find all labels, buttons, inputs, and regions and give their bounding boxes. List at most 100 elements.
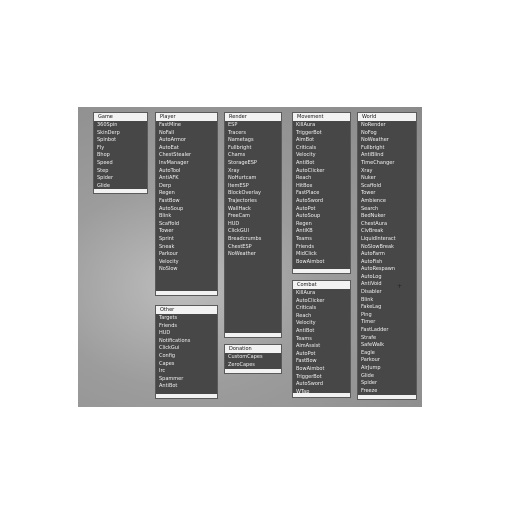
module-item[interactable]: Tower bbox=[358, 190, 416, 198]
module-item[interactable]: Targets bbox=[156, 315, 217, 323]
module-item[interactable]: ClickGUI bbox=[225, 228, 281, 236]
module-item[interactable]: FreeCam bbox=[225, 213, 281, 221]
module-item[interactable]: BedNuker bbox=[358, 213, 416, 221]
module-item[interactable]: Breadcrumbs bbox=[225, 236, 281, 244]
module-item[interactable]: AutoSoup bbox=[156, 206, 217, 214]
module-item[interactable]: FastMine bbox=[156, 122, 217, 130]
module-item[interactable]: HUD bbox=[225, 221, 281, 229]
module-item[interactable]: CustomCapes bbox=[225, 354, 281, 362]
module-item[interactable]: NoFog bbox=[358, 130, 416, 138]
module-item[interactable]: Friends bbox=[156, 323, 217, 331]
module-item[interactable]: Scaffold bbox=[156, 221, 217, 229]
module-item[interactable]: Notifications bbox=[156, 338, 217, 346]
module-item[interactable]: Capes bbox=[156, 361, 217, 369]
module-item[interactable]: Ambience bbox=[358, 198, 416, 206]
module-item[interactable]: Xray bbox=[358, 168, 416, 176]
module-item[interactable]: AutoFarm bbox=[358, 251, 416, 259]
module-item[interactable]: Teams bbox=[293, 236, 350, 244]
module-item[interactable]: Regen bbox=[156, 190, 217, 198]
panel-world-title[interactable]: World bbox=[358, 113, 416, 121]
module-item[interactable]: CivBreak bbox=[358, 228, 416, 236]
module-item[interactable]: AirJump bbox=[358, 365, 416, 373]
module-item[interactable]: TriggerBot bbox=[293, 374, 350, 382]
module-item[interactable]: Spammer bbox=[156, 376, 217, 384]
module-item[interactable]: Fly bbox=[94, 145, 147, 153]
module-item[interactable]: AimBot bbox=[293, 137, 350, 145]
module-item[interactable]: BlockOverlay bbox=[225, 190, 281, 198]
module-item[interactable]: AutoTool bbox=[156, 168, 217, 176]
module-item[interactable]: AutoClicker bbox=[293, 168, 350, 176]
module-item[interactable]: ChestStealer bbox=[156, 152, 217, 160]
module-item[interactable]: Parkour bbox=[156, 251, 217, 259]
module-item[interactable]: AntiAFK bbox=[156, 175, 217, 183]
module-item[interactable]: Nametags bbox=[225, 137, 281, 145]
module-item[interactable]: Nuker bbox=[358, 175, 416, 183]
module-item[interactable]: ChestAura bbox=[358, 221, 416, 229]
module-item[interactable]: AutoPot bbox=[293, 351, 350, 359]
module-item[interactable]: Tracers bbox=[225, 130, 281, 138]
module-item[interactable]: Velocity bbox=[156, 259, 217, 267]
module-item[interactable]: StorageESP bbox=[225, 160, 281, 168]
panel-other-title[interactable]: Other bbox=[156, 306, 217, 314]
module-item[interactable]: Scaffold bbox=[358, 183, 416, 191]
module-item[interactable]: Blink bbox=[358, 297, 416, 305]
module-item[interactable]: ItemESP bbox=[225, 183, 281, 191]
module-item[interactable]: KillAura bbox=[293, 290, 350, 298]
module-item[interactable]: AimAssist bbox=[293, 343, 350, 351]
module-item[interactable]: TriggerBot bbox=[293, 130, 350, 138]
module-item[interactable]: ChestESP bbox=[225, 244, 281, 252]
module-item[interactable]: Chams bbox=[225, 152, 281, 160]
module-item[interactable]: Regen bbox=[293, 221, 350, 229]
module-item[interactable]: Bhop bbox=[94, 152, 147, 160]
module-item[interactable]: AutoSoup bbox=[293, 213, 350, 221]
module-item[interactable]: HitBox bbox=[293, 183, 350, 191]
module-item[interactable]: InvManager bbox=[156, 160, 217, 168]
module-item[interactable]: AutoSword bbox=[293, 198, 350, 206]
module-item[interactable]: AntiBlind bbox=[358, 152, 416, 160]
module-item[interactable]: SafeWalk bbox=[358, 342, 416, 350]
module-item[interactable]: Reach bbox=[293, 313, 350, 321]
module-item[interactable]: Timer bbox=[358, 319, 416, 327]
module-item[interactable]: WallHack bbox=[225, 206, 281, 214]
module-item[interactable]: NoRender bbox=[358, 122, 416, 130]
module-item[interactable]: AutoLog bbox=[358, 274, 416, 282]
module-item[interactable]: Sneak bbox=[156, 244, 217, 252]
module-item[interactable]: NoHurtcam bbox=[225, 175, 281, 183]
module-item[interactable]: AntiKB bbox=[293, 228, 350, 236]
module-item[interactable]: AntiBot bbox=[293, 328, 350, 336]
module-item[interactable]: Disabler bbox=[358, 289, 416, 297]
module-item[interactable]: SkinDerp bbox=[94, 130, 147, 138]
module-item[interactable]: FakeLag bbox=[358, 304, 416, 312]
module-item[interactable]: Reach bbox=[293, 175, 350, 183]
module-item[interactable]: FastBow bbox=[156, 198, 217, 206]
module-item[interactable]: Spider bbox=[94, 175, 147, 183]
module-item[interactable]: Velocity bbox=[293, 152, 350, 160]
module-item[interactable]: ClickGui bbox=[156, 345, 217, 353]
module-item[interactable]: AntiBot bbox=[156, 383, 217, 391]
module-item[interactable]: NoSlowBreak bbox=[358, 244, 416, 252]
module-item[interactable]: Teams bbox=[293, 336, 350, 344]
module-item[interactable]: Step bbox=[94, 168, 147, 176]
module-item[interactable]: AntiBot bbox=[293, 160, 350, 168]
module-item[interactable]: AutoPot bbox=[293, 206, 350, 214]
panel-game-title[interactable]: Game bbox=[94, 113, 147, 121]
module-item[interactable]: AutoFish bbox=[358, 259, 416, 267]
module-item[interactable]: AutoArmor bbox=[156, 137, 217, 145]
module-item[interactable]: Fullbright bbox=[358, 145, 416, 153]
module-item[interactable]: AutoClicker bbox=[293, 298, 350, 306]
module-item[interactable]: Tower bbox=[156, 228, 217, 236]
module-item[interactable]: NoFall bbox=[156, 130, 217, 138]
panel-movement-title[interactable]: Movement bbox=[293, 113, 350, 121]
panel-player-title[interactable]: Player bbox=[156, 113, 217, 121]
module-item[interactable]: KillAura bbox=[293, 122, 350, 130]
module-item[interactable]: Fullbright bbox=[225, 145, 281, 153]
module-item[interactable]: AutoSword bbox=[293, 381, 350, 389]
module-item[interactable]: Criticals bbox=[293, 305, 350, 313]
module-item[interactable]: AutoEat bbox=[156, 145, 217, 153]
module-item[interactable]: FastPlace bbox=[293, 190, 350, 198]
module-item[interactable]: Search bbox=[358, 206, 416, 214]
module-item[interactable]: Xray bbox=[225, 168, 281, 176]
module-item[interactable]: Speed bbox=[94, 160, 147, 168]
module-item[interactable]: Irc bbox=[156, 368, 217, 376]
module-item[interactable]: Friends bbox=[293, 244, 350, 252]
